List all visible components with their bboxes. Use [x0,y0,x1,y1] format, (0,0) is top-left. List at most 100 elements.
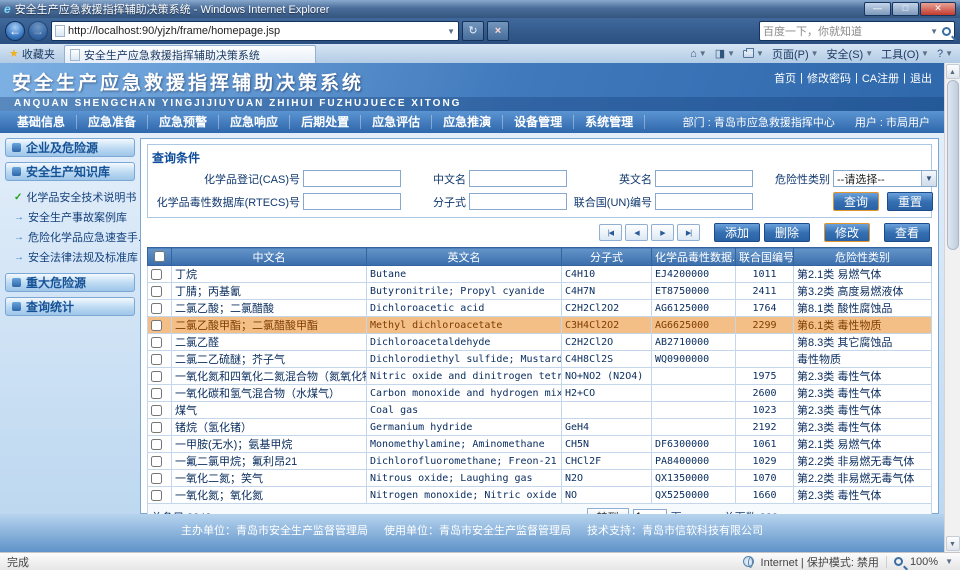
minimize-button[interactable]: — [864,2,891,16]
sidebar-item[interactable]: →安全法律法规及标准库 [14,249,135,265]
row-checkbox[interactable] [151,371,162,382]
table-row[interactable]: 二氯二乙硫醚；芥子气Dichlorodiethyl sulfide; Musta… [148,351,932,368]
row-checkbox[interactable] [151,490,162,501]
next-page-icon[interactable]: ▶ [651,224,674,241]
scrollbar-thumb[interactable] [947,80,959,250]
row-checkbox[interactable] [151,354,162,365]
header-link[interactable]: 首页 [774,70,796,86]
row-checkbox[interactable] [151,286,162,297]
sidebar-group-button[interactable]: 查询统计 [5,297,135,316]
first-page-icon[interactable]: |◀ [599,224,622,241]
favorites-button[interactable]: ★ 收藏夹 [3,45,61,62]
print-button[interactable]: ▼ [743,49,764,58]
search-button[interactable]: 查询 [833,192,879,211]
cn-name-input[interactable] [469,170,567,187]
row-checkbox[interactable] [151,269,162,280]
nav-item[interactable]: 应急评估 [361,115,432,129]
address-dropdown-icon[interactable]: ▼ [447,27,455,36]
address-bar[interactable]: http://localhost:90/yjzh/frame/homepage.… [51,21,459,41]
row-checkbox[interactable] [151,456,162,467]
add-button[interactable]: 添加 [714,223,760,242]
table-row[interactable]: 二氯乙醛DichloroacetaldehydeC2H2Cl2OAB271000… [148,334,932,351]
table-row[interactable]: 丁腈；丙基氰Butyronitrile; Propyl cyanideC4H7N… [148,283,932,300]
formula-input[interactable] [469,193,567,210]
search-input[interactable]: 百度一下，你就知道 [763,23,926,39]
nav-item[interactable]: 后期处置 [290,115,361,129]
table-row[interactable]: 一氧化二氮；笑气Nitrous oxide; Laughing gasN2OQX… [148,470,932,487]
tab-active[interactable]: 安全生产应急救援指挥辅助决策系统 [64,45,316,63]
close-button[interactable]: ✕ [920,2,956,16]
row-checkbox[interactable] [151,388,162,399]
sidebar-group-button[interactable]: 企业及危险源 [5,138,135,157]
url-text[interactable]: http://localhost:90/yjzh/frame/homepage.… [68,25,444,37]
nav-item[interactable]: 应急响应 [219,115,290,129]
zoom-dropdown-icon[interactable]: ▼ [945,557,953,566]
search-icon[interactable] [942,27,951,36]
maximize-button[interactable]: □ [892,2,919,16]
feeds-button[interactable]: ◨▼ [715,47,735,60]
header-link[interactable]: CA注册 [862,70,899,86]
table-row[interactable]: 一甲胺(无水)；氨基甲烷Monomethylamine; Aminomethan… [148,436,932,453]
tools-menu[interactable]: 工具(O)▼ [881,46,929,62]
home-button[interactable]: ⌂▼ [690,48,707,60]
help-menu[interactable]: ?▼ [937,48,953,60]
last-page-icon[interactable]: ▶| [677,224,700,241]
table-row[interactable]: 煤气Coal gas1023第2.3类 毒性气体 [148,402,932,419]
select-all-checkbox[interactable] [154,251,165,262]
rtecs-input[interactable] [303,193,401,210]
prev-page-icon[interactable]: ◀ [625,224,648,241]
cas-input[interactable] [303,170,401,187]
scroll-up-icon[interactable]: ▲ [946,64,960,79]
vertical-scrollbar[interactable]: ▲ ▼ [944,63,960,552]
sidebar-group-button[interactable]: 安全生产知识库 [5,162,135,181]
sidebar-item[interactable]: →安全生产事故案例库 [14,209,135,225]
view-button[interactable]: 查看 [884,223,930,242]
nav-item[interactable]: 应急预警 [148,115,219,129]
refresh-button[interactable]: ↻ [462,21,484,41]
table-row[interactable]: 一氧化氮和四氧化二氮混合物（氮氧化物，硝基气，氧化氮气体）Nitric oxid… [148,368,932,385]
row-checkbox[interactable] [151,303,162,314]
sidebar-group-button[interactable]: 重大危险源 [5,273,135,292]
cell-danger: 第8.1类 酸性腐蚀品 [794,300,932,317]
reset-button[interactable]: 重置 [887,192,933,211]
safety-menu[interactable]: 安全(S)▼ [827,46,874,62]
nav-item[interactable]: 设备管理 [503,115,574,129]
nav-item[interactable]: 系统管理 [574,115,645,129]
header-link[interactable]: 修改密码 [807,70,851,86]
cell-formula: C4H8Cl2S [562,351,652,368]
un-input[interactable] [655,193,753,210]
nav-item[interactable]: 应急准备 [77,115,148,129]
nav-item[interactable]: 应急推演 [432,115,503,129]
row-checkbox[interactable] [151,473,162,484]
danger-class-select[interactable]: --请选择-- ▼ [833,170,937,187]
en-name-input[interactable] [655,170,753,187]
row-checkbox[interactable] [151,439,162,450]
header-link[interactable]: 退出 [910,70,932,86]
sidebar-item[interactable]: →危险化学品应急速查手... [14,229,135,245]
browser-window: e 安全生产应急救援指挥辅助决策系统 - Windows Internet Ex… [0,0,960,570]
row-checkbox[interactable] [151,405,162,416]
zoom-level[interactable]: 100% [910,556,938,568]
stop-button[interactable]: × [487,21,509,41]
row-checkbox[interactable] [151,337,162,348]
table-row[interactable]: 丁烷ButaneC4H10EJ42000001011第2.1类 易燃气体 [148,266,932,283]
table-row[interactable]: 一氟二氯甲烷；氟利昂21Dichlorofluoromethane; Freon… [148,453,932,470]
nav-item[interactable]: 基础信息 [6,115,77,129]
sidebar-item[interactable]: ✓化学品安全技术说明书 [14,189,135,205]
table-row[interactable]: 二氯乙酸；二氯醋酸Dichloroacetic acidC2H2Cl2O2AG6… [148,300,932,317]
search-dropdown-icon[interactable]: ▼ [930,27,938,36]
forward-button[interactable]: → [28,21,48,41]
table-row[interactable]: 一氧化碳和氢气混合物（水煤气）Carbon monoxide and hydro… [148,385,932,402]
modify-button[interactable]: 修改 [824,223,870,242]
table-row[interactable]: 锗烷（氢化锗）Germanium hydrideGeH42192第2.3类 毒性… [148,419,932,436]
back-button[interactable]: ← [5,21,25,41]
scroll-down-icon[interactable]: ▼ [946,536,960,551]
row-checkbox[interactable] [151,320,162,331]
delete-button[interactable]: 删除 [764,223,810,242]
search-box[interactable]: 百度一下，你就知道 ▼ [759,21,955,41]
table-row[interactable]: 二氯乙酸甲酯；二氯醋酸甲酯Methyl dichloroacetateC3H4C… [148,317,932,334]
table-row[interactable]: 一氧化氮；氧化氮Nitrogen monoxide; Nitric oxideN… [148,487,932,504]
cell-en: Carbon monoxide and hydrogen mixture [367,385,562,402]
row-checkbox[interactable] [151,422,162,433]
page-menu[interactable]: 页面(P)▼ [772,46,819,62]
